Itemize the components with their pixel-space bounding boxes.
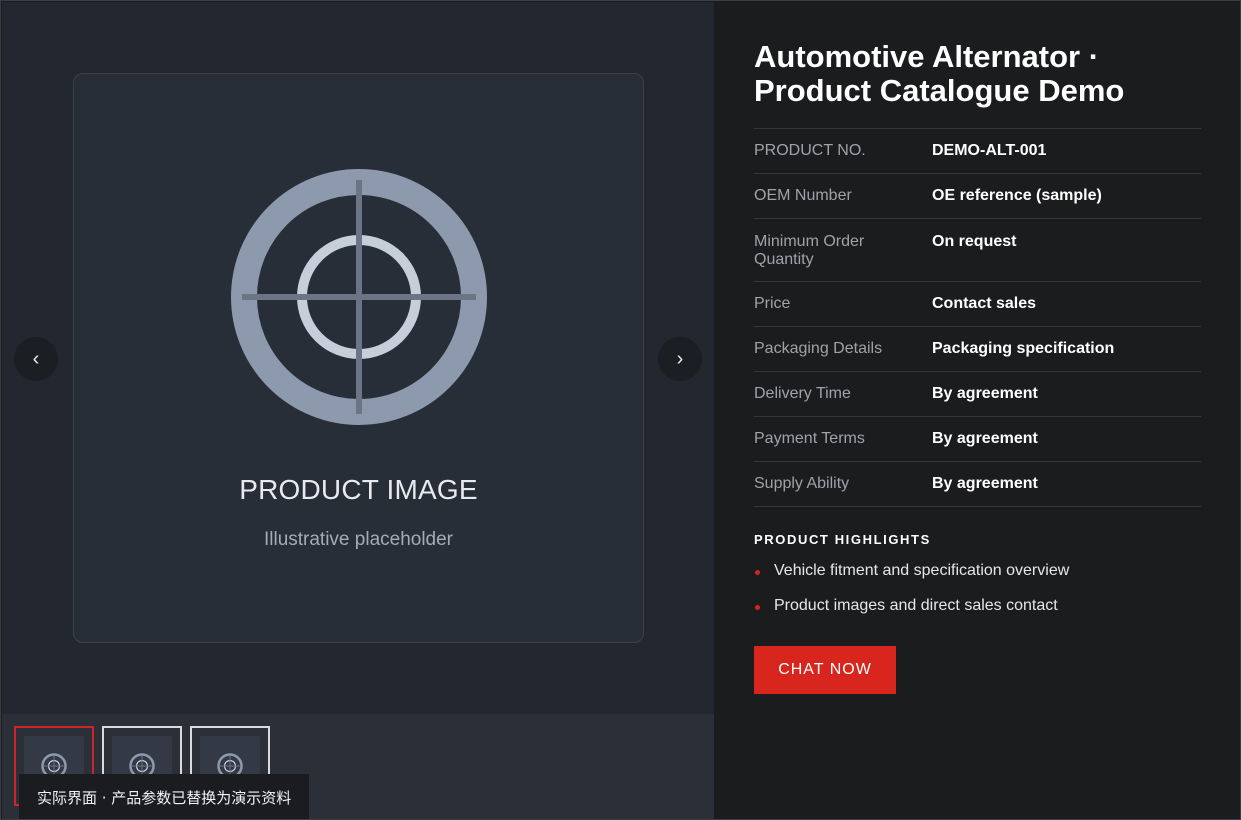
spec-row-supply-ability: Supply Ability By agreement bbox=[754, 462, 1201, 507]
image-placeholder-sublabel: Illustrative placeholder bbox=[263, 529, 454, 550]
product-details: Automotive Alternator · Product Catalogu… bbox=[715, 2, 1240, 819]
product-title: Automotive Alternator · Product Catalogu… bbox=[754, 39, 1125, 108]
main-product-image[interactable]: PRODUCT IMAGE Illustrative placeholder bbox=[73, 73, 644, 643]
spec-row-payment-terms: Payment Terms By agreement bbox=[754, 417, 1201, 462]
spec-key: Delivery Time bbox=[754, 385, 851, 402]
previous-image-button[interactable]: ‹ bbox=[14, 337, 58, 381]
spec-row-moq: Minimum Order Quantity On request bbox=[754, 219, 1201, 282]
spec-row-price: Price Contact sales bbox=[754, 282, 1201, 327]
gallery-stage: PRODUCT IMAGE Illustrative placeholder ‹… bbox=[2, 2, 714, 714]
spec-key: Minimum Order Quantity bbox=[754, 233, 865, 268]
demo-notice-banner: 实际界面 · 产品参数已替换为演示资料 bbox=[19, 774, 310, 819]
spec-value: On request bbox=[932, 233, 1017, 250]
spec-key: Price bbox=[754, 295, 791, 312]
spec-table: PRODUCT NO. DEMO-ALT-001 OEM Number OE r… bbox=[754, 128, 1201, 507]
image-placeholder-label: PRODUCT IMAGE bbox=[239, 474, 478, 505]
highlight-text: Product images and direct sales contact bbox=[774, 597, 1058, 614]
spec-value: Packaging specification bbox=[932, 340, 1115, 357]
bullet-icon bbox=[755, 605, 760, 610]
spec-key: Supply Ability bbox=[754, 475, 850, 492]
highlights-heading: PRODUCT HIGHLIGHTS bbox=[754, 532, 931, 547]
spec-value: OE reference (sample) bbox=[932, 187, 1102, 204]
spec-key: OEM Number bbox=[754, 187, 852, 204]
chevron-right-icon: › bbox=[676, 347, 684, 370]
crosshair-placeholder-icon bbox=[231, 169, 487, 425]
spec-row-product-no: PRODUCT NO. DEMO-ALT-001 bbox=[754, 129, 1201, 174]
list-item: Vehicle fitment and specification overvi… bbox=[754, 561, 1201, 596]
spec-row-delivery-time: Delivery Time By agreement bbox=[754, 372, 1201, 417]
spec-row-oem-number: OEM Number OE reference (sample) bbox=[754, 174, 1201, 219]
product-gallery: PRODUCT IMAGE Illustrative placeholder ‹… bbox=[2, 2, 714, 819]
spec-value: By agreement bbox=[932, 385, 1038, 402]
product-page: PRODUCT IMAGE Illustrative placeholder ‹… bbox=[0, 0, 1241, 820]
spec-value: By agreement bbox=[932, 430, 1038, 447]
spec-key: PRODUCT NO. bbox=[754, 142, 866, 159]
spec-row-packaging: Packaging Details Packaging specificatio… bbox=[754, 327, 1201, 372]
chevron-left-icon: ‹ bbox=[32, 347, 40, 370]
spec-key: Packaging Details bbox=[754, 340, 883, 357]
spec-value: By agreement bbox=[932, 475, 1038, 492]
highlight-text: Vehicle fitment and specification overvi… bbox=[774, 562, 1070, 579]
next-image-button[interactable]: › bbox=[658, 337, 702, 381]
highlights-list: Vehicle fitment and specification overvi… bbox=[754, 561, 1201, 631]
spec-value: Contact sales bbox=[932, 295, 1037, 312]
spec-value: DEMO-ALT-001 bbox=[932, 142, 1047, 159]
spec-key: Payment Terms bbox=[754, 430, 865, 447]
list-item: Product images and direct sales contact bbox=[754, 596, 1201, 631]
chat-now-button[interactable]: CHAT NOW bbox=[754, 646, 896, 694]
bullet-icon bbox=[755, 570, 760, 575]
